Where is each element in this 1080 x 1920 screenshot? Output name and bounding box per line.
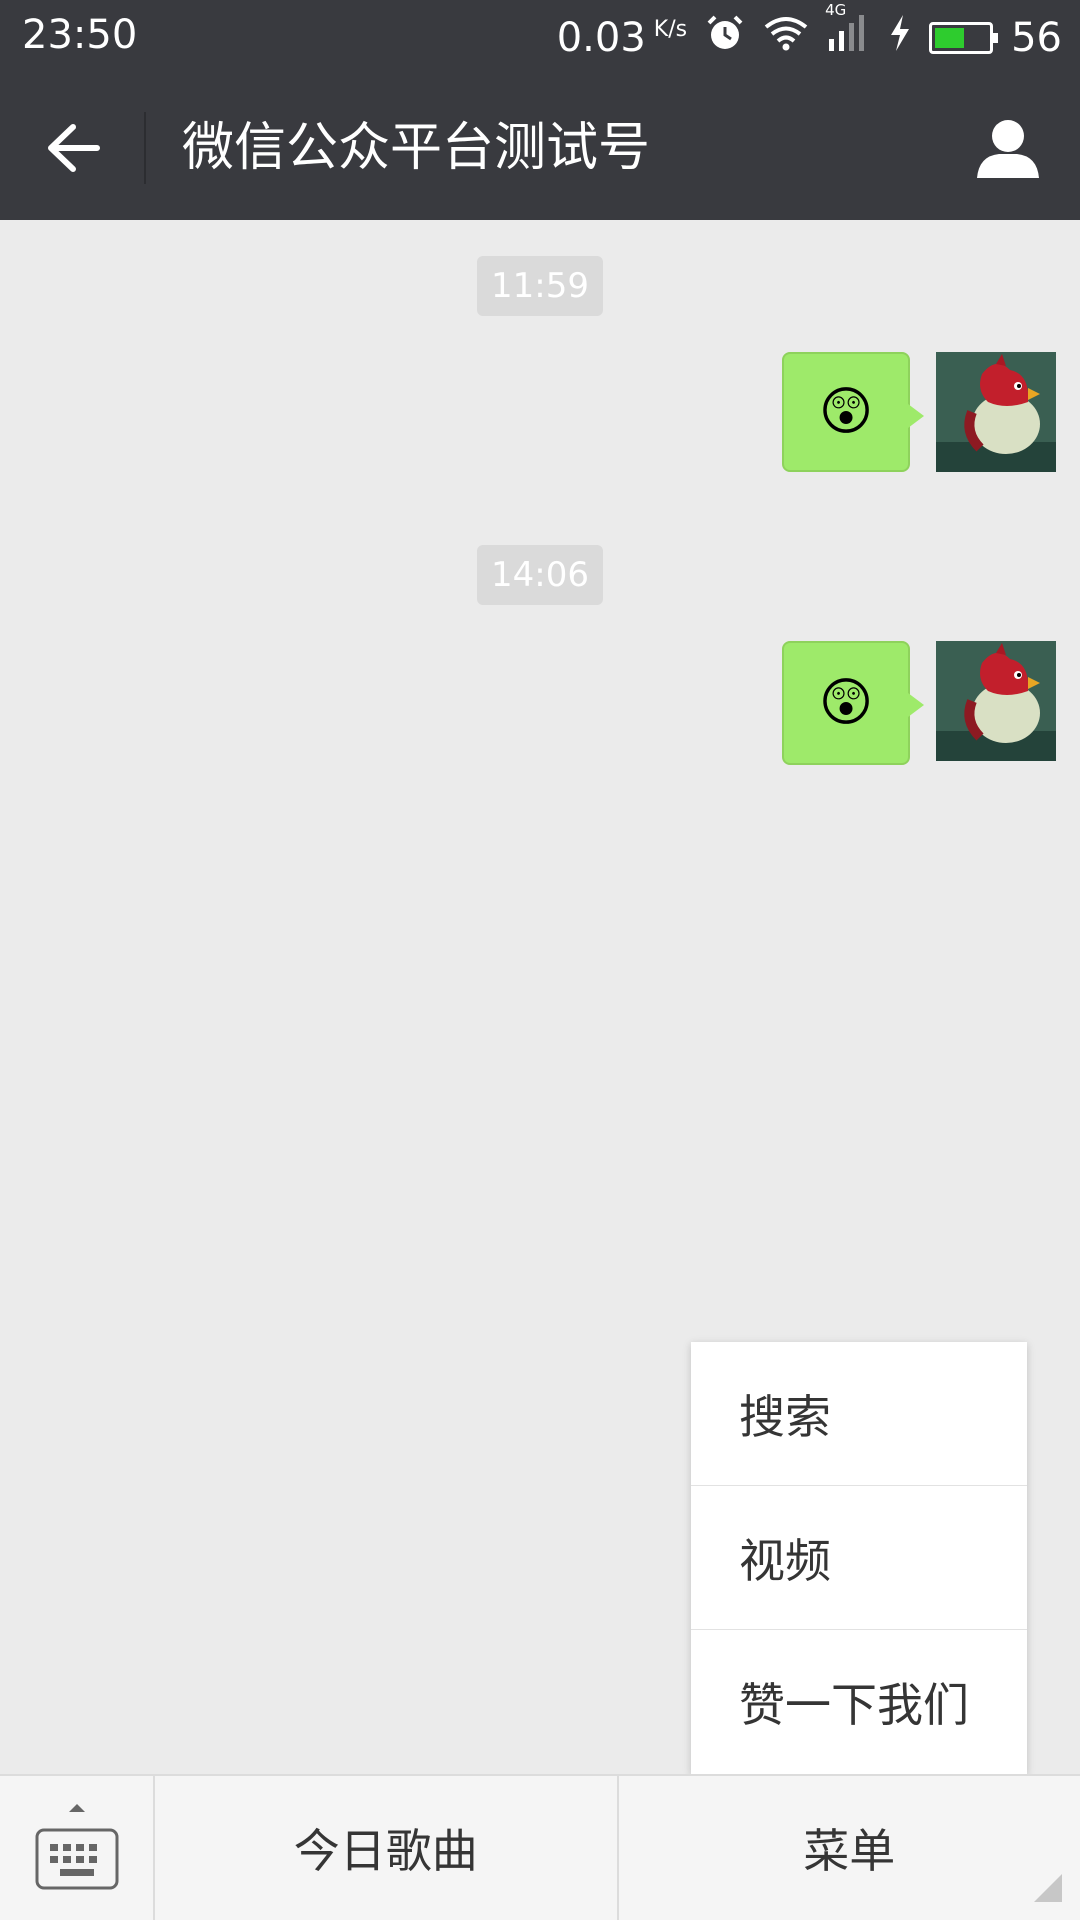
submenu-indicator-icon xyxy=(1034,1874,1062,1902)
menu-tab-todays-song[interactable]: 今日歌曲 xyxy=(155,1776,619,1920)
nav-bar: 微信公众平台测试号 xyxy=(0,76,1080,220)
keyboard-icon xyxy=(35,1804,119,1890)
message-timestamp: 14:06 xyxy=(477,545,603,605)
back-button[interactable] xyxy=(38,118,108,178)
person-icon xyxy=(977,120,1039,178)
surprised-emoji-icon: 😲 xyxy=(818,673,874,733)
nav-divider xyxy=(144,112,146,184)
status-indicators: 0.03 K/s 4G 56 xyxy=(557,1,1062,64)
alarm-icon xyxy=(705,13,745,63)
message-bubble[interactable]: 😲 xyxy=(782,641,924,765)
back-arrow-icon xyxy=(48,124,100,172)
charging-icon xyxy=(889,13,911,63)
signal-icon: 4G xyxy=(825,1,871,63)
menu-tab-label: 菜单 xyxy=(803,1824,896,1878)
network-speed: 0.03 K/s xyxy=(557,15,687,61)
network-type-label: 4G xyxy=(825,1,847,19)
menu-item-search[interactable]: 搜索 xyxy=(691,1342,1027,1486)
network-speed-unit: K/s xyxy=(653,17,688,42)
message-bubble[interactable]: 😲 xyxy=(782,352,924,472)
wifi-icon xyxy=(763,13,809,63)
network-speed-value: 0.03 xyxy=(556,15,646,61)
message-timestamp: 11:59 xyxy=(477,256,603,316)
avatar[interactable] xyxy=(936,352,1056,472)
menu-item-like-us[interactable]: 赞一下我们 xyxy=(691,1630,1027,1774)
menu-tab-menu[interactable]: 菜单 xyxy=(619,1776,1080,1920)
menu-item-video[interactable]: 视频 xyxy=(691,1486,1027,1630)
bottom-menu-bar: 今日歌曲 菜单 xyxy=(0,1774,1080,1920)
popup-submenu: 搜索 视频 赞一下我们 xyxy=(691,1342,1027,1774)
battery-fill xyxy=(935,28,965,48)
battery-level: 56 xyxy=(1011,15,1062,61)
status-bar: 23:50 0.03 K/s 4G 56 xyxy=(0,0,1080,76)
avatar[interactable] xyxy=(936,641,1056,761)
keyboard-toggle-button[interactable] xyxy=(0,1776,155,1920)
profile-button[interactable] xyxy=(972,112,1044,184)
surprised-emoji-icon: 😲 xyxy=(818,382,874,442)
status-time: 23:50 xyxy=(22,12,138,58)
battery-icon xyxy=(929,22,999,54)
page-title: 微信公众平台测试号 xyxy=(182,118,651,178)
